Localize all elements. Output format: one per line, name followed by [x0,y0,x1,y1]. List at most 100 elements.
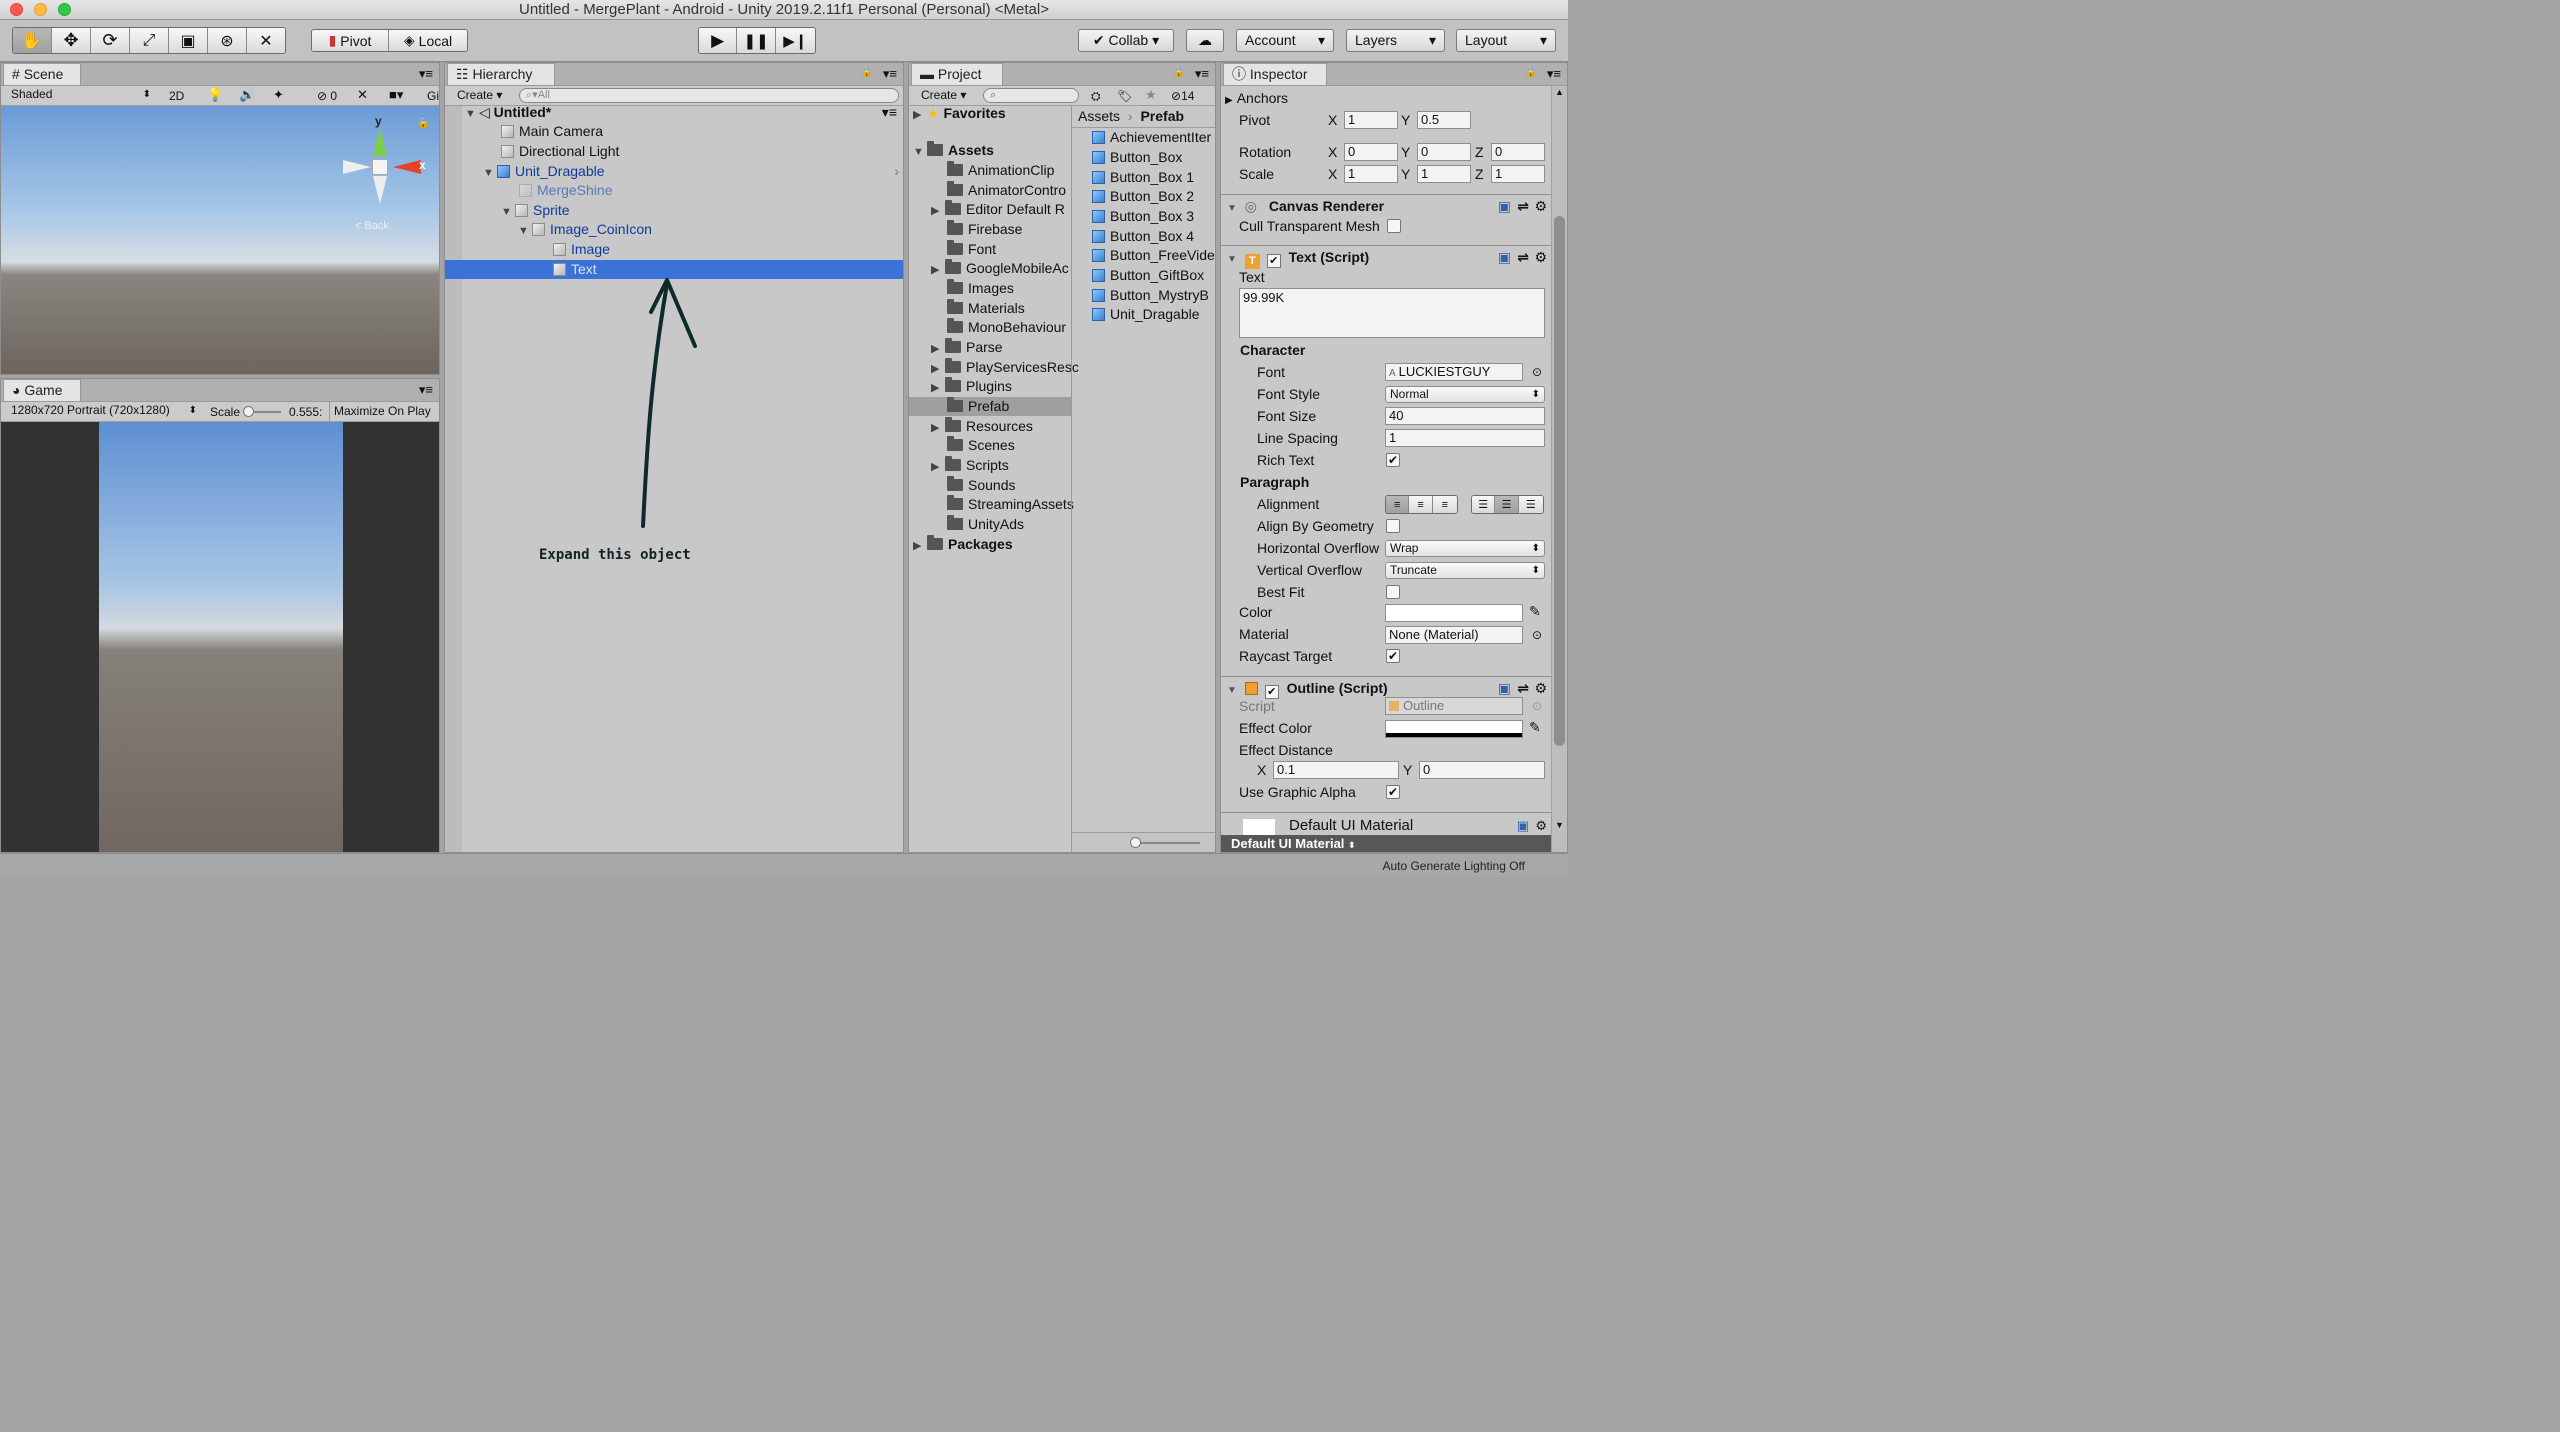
breadcrumb-root[interactable]: Assets [1078,108,1120,124]
file-item-button-freevideo[interactable]: Button_FreeVide [1092,246,1215,265]
gizmo-center-cube[interactable] [372,159,388,175]
font-size-field[interactable]: 40 [1385,407,1545,425]
cloud-button[interactable]: ☁ [1186,29,1224,52]
game-viewport[interactable] [1,422,439,852]
help-book-icon[interactable]: ▣ [1498,677,1511,699]
folder-item-scenes[interactable]: Scenes [947,436,1015,455]
collab-dropdown[interactable]: ✔ Collab ▾ [1078,29,1174,52]
horizontal-overflow-dropdown[interactable]: Wrap [1385,540,1545,557]
lock-icon[interactable]: 🔒 [1525,67,1537,78]
rotation-x-field[interactable]: 0 [1344,143,1398,161]
layers-dropdown[interactable]: Layers ▾ [1346,29,1445,52]
panel-menu-icon[interactable]: ▾≡ [419,382,433,398]
lighting-icon[interactable]: 💡 [207,86,223,104]
expand-triangle-icon[interactable]: ▶ [931,340,945,359]
panel-menu-icon[interactable]: ▾≡ [883,66,897,82]
hierarchy-item-image-coinicon[interactable]: ▼ Image_CoinIcon [445,220,903,239]
tab-project[interactable]: ▬ Project [911,63,1003,85]
anchors-foldout[interactable]: ▶ Anchors [1225,89,1288,110]
zoom-window-button[interactable] [58,3,71,16]
account-dropdown[interactable]: Account ▾ [1236,29,1334,52]
panel-menu-icon[interactable]: ▾≡ [1195,66,1209,82]
folder-item-googlemobileads[interactable]: ▶ GoogleMobileAc [931,259,1069,278]
file-item-button-box[interactable]: Button_Box [1092,148,1182,167]
align-center-button[interactable]: ≡ [1409,496,1433,513]
search-by-label-icon[interactable]: 🏷 [1117,87,1132,105]
line-spacing-field[interactable]: 1 [1385,429,1545,447]
scale-slider-thumb[interactable] [243,406,254,417]
folder-item-images[interactable]: Images [947,279,1014,298]
rich-text-checkbox[interactable]: ✔ [1386,453,1400,467]
font-style-dropdown[interactable]: Normal [1385,386,1545,403]
file-item-button-mystrybox[interactable]: Button_MystryB [1092,286,1209,305]
file-item-button-box-4[interactable]: Button_Box 4 [1092,227,1194,246]
rotate-tool-button[interactable]: ⟳ [91,28,130,53]
folder-item-animationclip[interactable]: AnimationClip [947,161,1054,180]
hierarchy-item-unit-dragable[interactable]: ▼ Unit_Dragable › [445,162,903,181]
folder-item-scripts[interactable]: ▶ Scripts [931,456,1009,475]
material-object-field[interactable]: None (Material) [1385,626,1523,644]
tab-hierarchy[interactable]: ☷ Hierarchy [447,63,555,85]
favorite-star-icon[interactable]: ★ [1145,86,1157,104]
file-item-unit-dragable[interactable]: Unit_Dragable [1092,305,1200,324]
scene-gizmo[interactable]: y x [341,114,431,206]
use-graphic-alpha-checkbox[interactable]: ✔ [1386,785,1400,799]
scale-y-field[interactable]: 1 [1417,165,1471,183]
gear-icon[interactable]: ⚙ [1534,677,1547,699]
hierarchy-item-mergeshine[interactable]: MergeShine [445,181,903,200]
preset-icon[interactable]: ⇌ [1517,246,1529,268]
breadcrumb-current[interactable]: Prefab [1140,108,1184,124]
transform-tool-button[interactable]: ⊛ [208,28,247,53]
scrollbar-thumb[interactable] [1554,216,1565,746]
pause-button[interactable]: ❚❚ [737,28,776,53]
camera-icon[interactable]: ■▾ [389,86,403,104]
favorites-row[interactable]: ▶ ★ Favorites [913,104,1006,123]
expand-triangle-icon[interactable]: ▶ [931,202,945,221]
pivot-y-field[interactable]: 0.5 [1417,111,1471,129]
maximize-on-play-toggle[interactable]: Maximize On Play [329,402,437,421]
rotation-y-field[interactable]: 0 [1417,143,1471,161]
local-toggle[interactable]: ◈ Local [389,30,467,51]
tab-game[interactable]: ◕ Game [3,379,81,401]
effect-color-swatch[interactable] [1385,720,1523,738]
panel-menu-icon[interactable]: ▾≡ [1547,66,1561,82]
shading-mode-dropdown[interactable]: Shaded [7,87,155,104]
effect-distance-y-field[interactable]: 0 [1419,761,1545,779]
raycast-target-checkbox[interactable]: ✔ [1386,649,1400,663]
scale-x-field[interactable]: 1 [1344,165,1398,183]
inspector-scrollbar[interactable]: ▲ ▼ [1551,86,1567,852]
effects-icon[interactable]: ✦ [273,86,284,104]
folder-item-streamingassets[interactable]: StreamingAssets [947,495,1074,514]
expand-triangle-icon[interactable]: ▶ [931,458,945,477]
gear-icon[interactable]: ⚙ [1534,246,1547,268]
preset-icon[interactable]: ⇌ [1517,677,1529,699]
pivot-toggle[interactable]: ▮ Pivot [312,30,390,51]
lock-icon[interactable]: 🔒 [861,67,873,78]
align-middle-button[interactable]: ☰ [1495,496,1519,513]
align-top-button[interactable]: ☰ [1472,496,1496,513]
expand-triangle-icon[interactable]: ▶ [913,106,927,125]
file-item-button-box-3[interactable]: Button_Box 3 [1092,207,1194,226]
material-preview-header[interactable]: Default UI Material ▣ ⚙ [1221,812,1551,836]
expand-triangle-icon[interactable]: ▶ [931,419,945,438]
2d-toggle[interactable]: 2D [169,87,184,105]
folder-item-parse[interactable]: ▶ Parse [931,338,1003,357]
file-item-achievementitem[interactable]: AchievementIter [1092,128,1211,147]
scroll-down-icon[interactable]: ▼ [1555,820,1564,830]
lock-icon[interactable]: 🔒 [1173,67,1185,78]
step-button[interactable]: ▶❙ [775,28,815,53]
assets-row[interactable]: ▼ Assets [913,141,994,160]
gizmo-lock-icon[interactable]: 🔒 [417,118,429,129]
folder-item-monobehaviour[interactable]: MonoBehaviour [947,318,1066,337]
rect-tool-button[interactable]: ▣ [169,28,208,53]
audio-icon[interactable]: 🔊 [239,86,255,104]
scene-tools-icon[interactable]: ✕ [357,86,368,104]
align-left-button[interactable]: ≡ [1386,496,1410,513]
custom-tool-button[interactable]: ✕ [247,28,285,53]
icon-size-slider[interactable] [1072,832,1215,852]
file-item-button-box-1[interactable]: Button_Box 1 [1092,168,1194,187]
folder-item-resources[interactable]: ▶ Resources [931,417,1033,436]
help-book-icon[interactable]: ▣ [1498,246,1511,268]
folder-item-font[interactable]: Font [947,240,996,259]
scene-root-row[interactable]: ▼ ◁ Untitled* ▾≡ [445,103,903,122]
